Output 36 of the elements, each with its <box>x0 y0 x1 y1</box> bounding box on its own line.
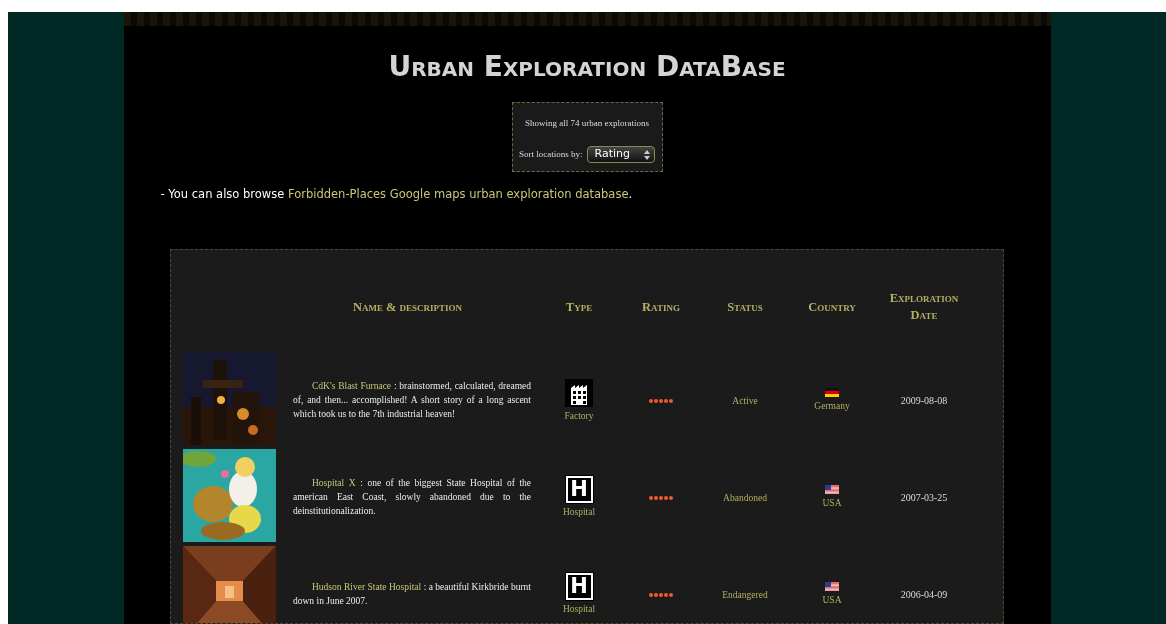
location-description: CdK's Blast Furnace : brainstormed, calculated, dreamed of, and then... accomplished! A short story of a long ascent which took us to the 7th industrial heaven! <box>292 380 532 421</box>
status-label: Endangered <box>722 588 768 602</box>
flag-icon <box>825 388 839 398</box>
location-description: Hospital X : one of the biggest State Hospital of the american East Coast, slowly abandoned due to the deinstitutionalization. <box>292 477 532 518</box>
location-link[interactable]: Hospital X <box>312 478 356 489</box>
column-header: Country <box>807 298 857 316</box>
status-label: Abandoned <box>723 491 767 505</box>
column-header: Rating <box>641 298 681 316</box>
status-label: Active <box>732 394 758 408</box>
sort-select[interactable]: Rating <box>586 146 655 164</box>
result-count: Showing all 74 urban explorations <box>524 116 650 130</box>
factory-icon <box>565 378 593 407</box>
location-link[interactable]: Hudson River State Hospital <box>312 582 422 593</box>
date-cell-text: 2009-08-08 <box>899 394 949 409</box>
sort-label: Sort locations by: <box>519 147 583 161</box>
country-label: USA <box>822 497 842 511</box>
date-cell-text: 2007-03-25 <box>899 491 949 506</box>
date-cell-text: 2006-04-09 <box>899 588 949 603</box>
location-description: Hudson River State Hospital : a beautiful Kirkbride burnt down in June 2007. <box>292 581 532 608</box>
stepper-icon <box>644 149 650 160</box>
column-header: Type <box>564 298 594 316</box>
browse-note: - You can also browse Forbidden-Places Google maps urban exploration database. <box>160 186 633 204</box>
flag-icon <box>825 485 839 495</box>
hospital-sign-icon: H <box>565 476 593 504</box>
type-label: Factory <box>564 409 594 423</box>
location-link[interactable]: CdK's Blast Furnace <box>312 381 392 392</box>
type-label: Hospital <box>562 506 596 520</box>
column-header: Status <box>726 298 764 316</box>
country-label: Germany <box>814 400 850 414</box>
page-title: Urban Exploration DataBase <box>388 50 786 84</box>
hospital-sign-icon: H <box>565 573 593 601</box>
column-header: Name & description <box>351 298 464 316</box>
flag-icon <box>825 582 839 592</box>
country-label: USA <box>822 594 842 608</box>
type-label: Hospital <box>562 603 596 617</box>
column-header: Exploration Date <box>888 289 960 325</box>
